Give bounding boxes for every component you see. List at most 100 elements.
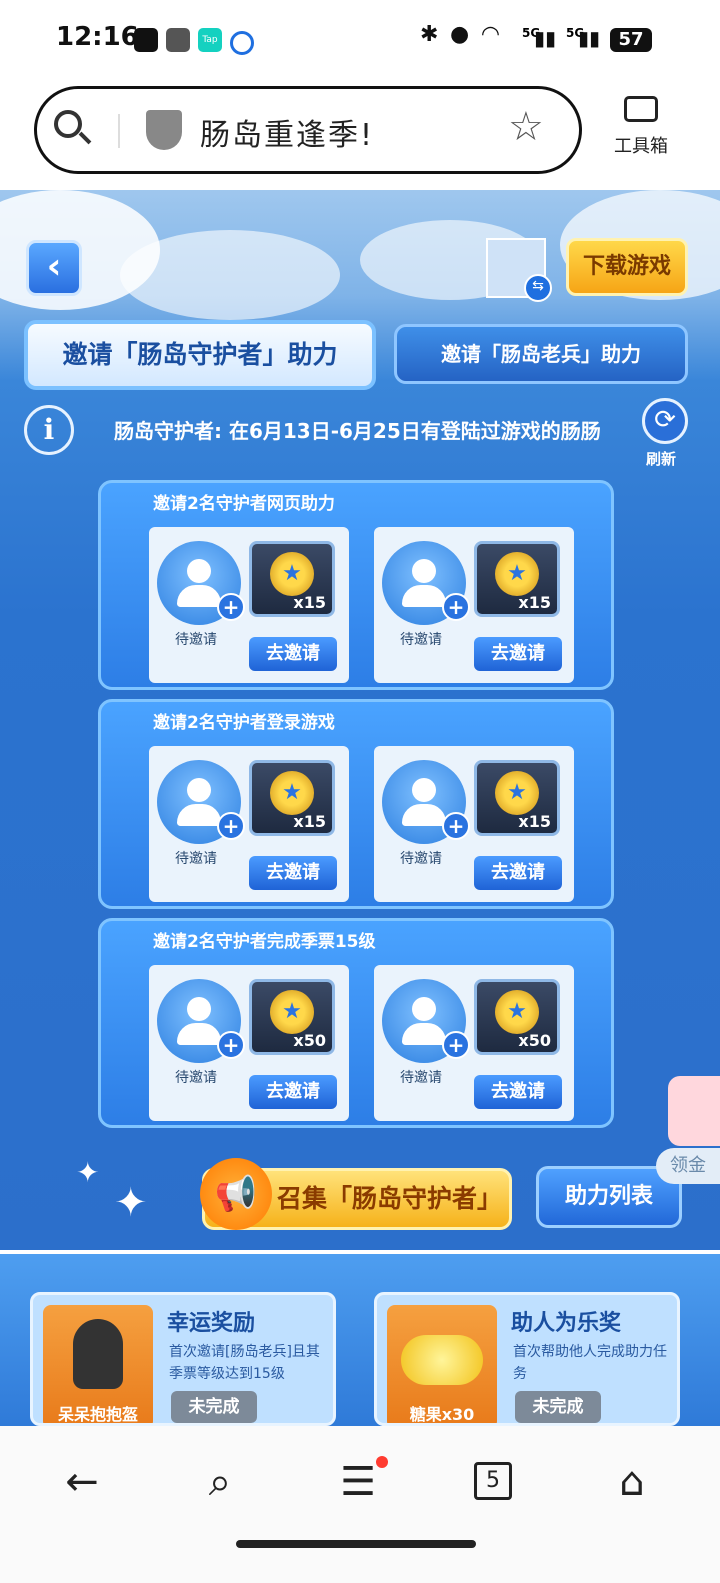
tabs-count-button[interactable]: 5 (474, 1462, 512, 1500)
refresh-icon[interactable]: ⟳ (642, 398, 688, 444)
shield-icon[interactable] (146, 110, 182, 150)
invite-slot: + 待邀请 ★ x15 去邀请 (149, 746, 349, 902)
reward-qty: x15 (518, 812, 551, 831)
person-placeholder-icon: + (382, 541, 470, 625)
invite-slot: + 待邀请 ★ x50 去邀请 (149, 965, 349, 1121)
back-arrow-icon[interactable]: ← (52, 1454, 112, 1510)
invite-slot: + 待邀请 ★ x15 去邀请 (149, 527, 349, 683)
reward-qty: x50 (518, 1031, 551, 1050)
helmet-icon (73, 1319, 123, 1389)
person-placeholder-icon: + (157, 760, 245, 844)
reward-item: ★ x15 (249, 541, 335, 617)
search-query-text[interactable]: 肠岛重逢季! (200, 110, 374, 154)
info-icon[interactable]: i (24, 405, 74, 455)
invite-slot: + 待邀请 ★ x50 去邀请 (374, 965, 574, 1121)
card-description: 首次帮助他人完成助力任务 (513, 1344, 667, 1382)
refresh-label[interactable]: 刷新 (646, 448, 676, 469)
plus-icon: + (217, 1031, 245, 1059)
person-placeholder-icon: + (157, 979, 245, 1063)
plus-icon: + (217, 812, 245, 840)
reward-qty: x50 (293, 1031, 326, 1050)
person-placeholder-icon: + (157, 541, 245, 625)
helmet-reward-image: 呆呆抱抱盔 (43, 1305, 153, 1423)
status-badge: 未完成 (515, 1391, 601, 1423)
tiktok-icon (134, 28, 158, 52)
cloud-decoration (120, 230, 340, 320)
invite-button[interactable]: 去邀请 (474, 856, 562, 890)
search-icon[interactable]: ⌕ (190, 1454, 250, 1510)
star-icon[interactable]: ☆ (508, 104, 544, 150)
sparkle-icon: ✦ (76, 1156, 100, 1189)
star-coin-icon: ★ (270, 990, 314, 1034)
bluetooth-icon: ✱ (420, 22, 439, 47)
task-panel: 邀请2名守护者完成季票15级 + 待邀请 ★ x50 去邀请 + 待邀请 ★ x50… (98, 918, 614, 1128)
invite-slot: + 待邀请 ★ x15 去邀请 (374, 527, 574, 683)
toolbox-icon (624, 96, 658, 122)
sparkle-icon: ✦ (114, 1180, 148, 1226)
guardian-info-text: 肠岛守护者: 在6月13日-6月25日有登陆过游戏的肠肠 (114, 419, 601, 443)
person-placeholder-icon: + (382, 979, 470, 1063)
avatar[interactable]: ⇆ (486, 238, 552, 302)
reward-item: ★ x50 (474, 979, 560, 1055)
invite-button[interactable]: 去邀请 (474, 1075, 562, 1109)
reward-item: ★ x15 (474, 760, 560, 836)
download-game-button[interactable]: 下载游戏 (566, 238, 688, 296)
home-icon[interactable]: ⌂ (602, 1454, 662, 1510)
home-indicator (236, 1540, 476, 1548)
lucky-reward-card: 呆呆抱抱盔 幸运奖励 首次邀请[肠岛老兵]且其季票等级达到15级 未完成 (30, 1292, 336, 1426)
back-button[interactable]: ‹ (26, 240, 82, 296)
card-title: 助人为乐奖 (511, 1311, 622, 1336)
claim-gold-button[interactable]: 领金 (656, 1148, 720, 1184)
person-placeholder-icon: + (382, 760, 470, 844)
slot-status: 待邀请 (400, 632, 442, 648)
plus-icon: + (442, 812, 470, 840)
switch-account-icon: ⇆ (524, 274, 552, 302)
star-coin-icon: ★ (270, 552, 314, 596)
signal-icon: ▮▮ (534, 26, 557, 50)
candy-icon (401, 1335, 483, 1385)
slot-status: 待邀请 (175, 1070, 217, 1086)
slot-status: 待邀请 (400, 1070, 442, 1086)
reward-item: ★ x15 (474, 541, 560, 617)
star-coin-icon: ★ (495, 771, 539, 815)
invite-button[interactable]: 去邀请 (249, 637, 337, 671)
slot-status: 待邀请 (175, 851, 217, 867)
wifi-icon: ◠ (482, 22, 499, 47)
helper-reward-card: 糖果x30 助人为乐奖 首次帮助他人完成助力任务 未完成 (374, 1292, 680, 1426)
invite-button[interactable]: 去邀请 (474, 637, 562, 671)
invite-slot: + 待邀请 ★ x15 去邀请 (374, 746, 574, 902)
star-coin-icon: ★ (495, 990, 539, 1034)
task-panel: 邀请2名守护者网页助力 + 待邀请 ★ x15 去邀请 + 待邀请 ★ x15 去邀… (98, 480, 614, 690)
tab-veteran[interactable]: 邀请「肠岛老兵」助力 (394, 324, 688, 384)
status-badge: 未完成 (171, 1391, 257, 1423)
slot-status: 待邀请 (175, 632, 217, 648)
reward-name: 糖果x30 (409, 1405, 475, 1424)
game-app-icon (166, 28, 190, 52)
card-description: 首次邀请[肠岛老兵]且其季票等级达到15级 (169, 1344, 320, 1382)
tab-guardian[interactable]: 邀请「肠岛守护者」助力 (24, 320, 376, 390)
battery-icon: 57 (610, 28, 652, 52)
reward-qty: x15 (293, 593, 326, 612)
status-time: 12:16 (56, 22, 139, 52)
reward-qty: x15 (518, 593, 551, 612)
invite-button[interactable]: 去邀请 (249, 1075, 337, 1109)
browser-app-icon (230, 31, 254, 55)
signal-icon: ▮▮ (578, 26, 601, 50)
plus-icon: + (217, 593, 245, 621)
taptap-icon: Tap (198, 28, 222, 52)
red-envelope-icon[interactable] (668, 1076, 720, 1146)
card-title: 幸运奖励 (167, 1311, 256, 1336)
plus-icon: + (442, 593, 470, 621)
task-title: 邀请2名守护者登录游戏 (153, 713, 335, 733)
task-title: 邀请2名守护者完成季票15级 (153, 932, 376, 952)
divider (118, 114, 120, 148)
toolbox-button[interactable]: 工具箱 (606, 96, 676, 158)
invite-button[interactable]: 去邀请 (249, 856, 337, 890)
reward-item: ★ x15 (249, 760, 335, 836)
candy-reward-image: 糖果x30 (387, 1305, 497, 1424)
slot-status: 待邀请 (400, 851, 442, 867)
star-coin-icon: ★ (270, 771, 314, 815)
toolbox-label: 工具箱 (614, 136, 668, 157)
reward-item: ★ x50 (249, 979, 335, 1055)
star-coin-icon: ★ (495, 552, 539, 596)
